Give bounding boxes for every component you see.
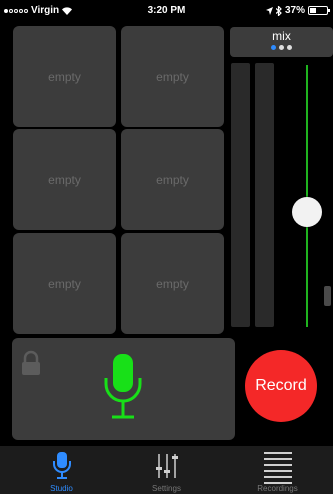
page-dot (271, 45, 276, 50)
pad-label: empty (48, 276, 81, 291)
status-bar: Virgin 3:20 PM 37% (0, 0, 333, 22)
tab-bar: Studio Settings Recordings (0, 446, 333, 494)
tab-label: Settings (152, 484, 181, 493)
pad-2[interactable]: empty (121, 26, 224, 127)
tab-studio[interactable]: Studio (6, 446, 117, 494)
list-icon (263, 452, 292, 484)
tab-settings[interactable]: Settings (111, 446, 222, 494)
pad-5[interactable]: empty (13, 233, 116, 334)
pad-1[interactable]: empty (13, 26, 116, 127)
mix-label: mix (272, 29, 291, 43)
battery-percent: 37% (284, 5, 305, 16)
pad-3[interactable]: empty (13, 129, 116, 230)
status-right: 37% (265, 5, 330, 16)
tab-recordings[interactable]: Recordings (222, 446, 333, 494)
location-icon (265, 6, 273, 15)
tab-label: Recordings (257, 484, 298, 493)
pad-label: empty (156, 69, 189, 84)
mic-panel[interactable] (12, 338, 235, 440)
side-drawer-handle[interactable] (324, 286, 331, 306)
pad-label: empty (156, 172, 189, 187)
bluetooth-icon (275, 5, 282, 16)
microphone-icon (52, 452, 71, 479)
pad-4[interactable]: empty (121, 129, 224, 230)
mix-fader-knob[interactable] (292, 196, 322, 227)
page-dot (279, 45, 284, 50)
record-button[interactable]: Record (245, 350, 317, 422)
level-meter-right (255, 63, 274, 327)
lock-icon[interactable] (20, 350, 42, 376)
battery-icon (308, 6, 330, 15)
mix-header[interactable]: mix (230, 27, 333, 57)
pad-label: empty (48, 172, 81, 187)
pad-6[interactable]: empty (121, 233, 224, 334)
pad-label: empty (156, 276, 189, 291)
microphone-icon[interactable] (100, 352, 146, 424)
tab-label: Studio (50, 484, 73, 493)
page-dot (287, 45, 292, 50)
sliders-icon (155, 454, 178, 478)
mix-page-indicator[interactable] (230, 45, 333, 50)
battery-level (310, 8, 316, 13)
level-meter-left (231, 63, 250, 327)
pad-label: empty (48, 69, 81, 84)
